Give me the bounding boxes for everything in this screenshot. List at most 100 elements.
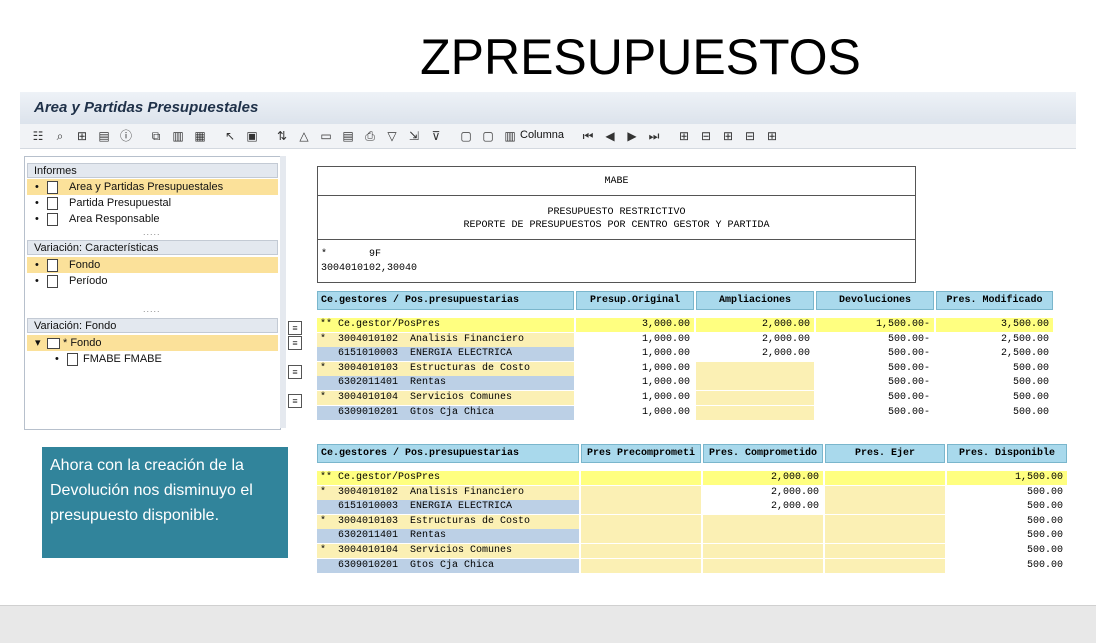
report-line-1: PRESUPUESTO RESTRICTIVO (547, 207, 686, 218)
column-header[interactable]: Pres. Ejer (825, 444, 945, 463)
row-detail-icon[interactable]: ≡ (288, 365, 302, 379)
splitter[interactable] (280, 156, 286, 428)
expand-icon[interactable]: ⊞ (676, 128, 692, 144)
print-icon[interactable]: ⎙ (362, 128, 378, 144)
column-header[interactable]: Pres. Disponible (947, 444, 1067, 463)
column-header[interactable]: Ce.gestores / Pos.presupuestarias (317, 444, 579, 463)
tree-item-fmabe[interactable]: • FMABE FMABE (27, 351, 278, 367)
list-icon[interactable]: ▤ (96, 128, 112, 144)
column-header[interactable]: Devoluciones (816, 291, 934, 310)
row-detail-icon[interactable]: ≡ (288, 394, 302, 408)
tree-item-label: FMABE FMABE (83, 353, 162, 365)
table-cell (703, 558, 823, 573)
table-cell (825, 558, 945, 573)
table-cell (825, 500, 945, 515)
bullet-icon: • (35, 213, 39, 225)
tree-item-periodo[interactable]: • Período (27, 273, 278, 289)
tree-item-partida[interactable]: • Partida Presupuestal (27, 195, 278, 211)
export-icon[interactable]: ⇲ (406, 128, 422, 144)
callout-note: Ahora con la creación de la Devolución n… (42, 447, 288, 558)
report-line-2: REPORTE DE PRESUPUESTOS POR CENTRO GESTO… (463, 220, 770, 231)
chevron-down-icon[interactable]: ▾ (35, 335, 41, 351)
drill-icon[interactable]: △ (296, 128, 312, 144)
table-cell (581, 529, 701, 544)
column-header[interactable]: Pres. Modificado (936, 291, 1053, 310)
prev-page-icon[interactable]: ◀ (602, 128, 618, 144)
tree-item-fondo-folder[interactable]: ▾ * Fondo (27, 335, 278, 351)
column-header[interactable]: Pres Precomprometi (581, 444, 701, 463)
details-icon[interactable]: ▣ (244, 128, 260, 144)
table-cell: 1,500.00- (816, 318, 934, 332)
save-icon[interactable]: ▢ (458, 128, 474, 144)
find-icon[interactable]: ⌕ (52, 128, 68, 144)
table-cell: 3,000.00 (576, 318, 694, 332)
table-row-label[interactable]: ** Ce.gestor/PosPres (317, 471, 579, 485)
document-icon (47, 181, 58, 194)
splitter-dots[interactable]: ..... (143, 304, 161, 314)
table-row-label[interactable]: * 3004010102 Analisis Financiero (317, 485, 579, 500)
table-cell (696, 376, 814, 391)
table-row-label[interactable]: 6151010003 ENERGIA ELECTRICA (317, 347, 574, 362)
window-titlebar: Area y Partidas Presupuestales (20, 92, 1076, 125)
copy-icon[interactable]: ⧉ (148, 128, 164, 144)
tree-icon[interactable]: ⊞ (74, 128, 90, 144)
row-detail-icon[interactable]: ≡ (288, 336, 302, 350)
node-icon[interactable]: ⊟ (742, 128, 758, 144)
table-row-label[interactable]: * 3004010104 Servicios Comunes (317, 544, 579, 558)
hierarchy-icon[interactable]: ☷ (30, 128, 46, 144)
table-row-label[interactable]: 6151010003 ENERGIA ELECTRICA (317, 500, 579, 515)
toolbar: ☷ ⌕ ⊞ ▤ ⓘ ⧉ ▥ ▦ ↖ ▣ ⇅ △ ▭ ▤ ⎙ ▽ ⇲ ⊽ ▢ ▢ … (20, 124, 1076, 149)
tree-item-area-partidas[interactable]: • Area y Partidas Presupuestales (27, 179, 278, 195)
table-cell: 2,000.00 (696, 347, 814, 362)
column-icon[interactable]: ▥ (502, 128, 518, 144)
note-icon[interactable]: ▤ (340, 128, 356, 144)
table-cell: 500.00 (936, 391, 1053, 405)
tree-item-fondo[interactable]: • Fondo (27, 257, 278, 273)
network-icon[interactable]: ⊞ (764, 128, 780, 144)
table-cell: 1,000.00 (576, 332, 694, 347)
report-title-box: PRESUPUESTO RESTRICTIVO REPORTE DE PRESU… (317, 195, 916, 240)
table-row-label[interactable]: 6302011401 Rentas (317, 376, 574, 391)
first-page-icon[interactable]: ⏮ (580, 128, 596, 144)
report-company: MABE (317, 166, 916, 196)
structure-icon[interactable]: ⊟ (698, 128, 714, 144)
table-cell (581, 544, 701, 558)
chart-icon[interactable]: ▥ (170, 128, 186, 144)
table-row-label[interactable]: * 3004010103 Estructuras de Costo (317, 361, 574, 376)
tree-item-area-responsable[interactable]: • Area Responsable (27, 211, 278, 227)
collapse-icon[interactable]: ⊞ (720, 128, 736, 144)
table-row-label[interactable]: 6309010201 Gtos Cja Chica (317, 558, 579, 573)
layout-icon[interactable]: ▦ (192, 128, 208, 144)
table-cell: 500.00- (816, 391, 934, 405)
column-header[interactable]: Ce.gestores / Pos.presupuestarias (317, 291, 574, 310)
table-cell (581, 558, 701, 573)
table-cell (825, 514, 945, 529)
table-row-label[interactable]: 6302011401 Rentas (317, 529, 579, 544)
table-row-label[interactable]: * 3004010102 Analisis Financiero (317, 332, 574, 347)
table-row-label[interactable]: * 3004010104 Servicios Comunes (317, 391, 574, 405)
sort-icon[interactable]: ⇅ (274, 128, 290, 144)
column-header[interactable]: Ampliaciones (696, 291, 814, 310)
table-row-label[interactable]: 6309010201 Gtos Cja Chica (317, 405, 574, 420)
table-row-label[interactable]: * 3004010103 Estructuras de Costo (317, 514, 579, 529)
document-icon (47, 275, 58, 288)
funnel-icon[interactable]: ⊽ (428, 128, 444, 144)
table-cell (696, 405, 814, 420)
table-cell: 500.00 (947, 485, 1067, 500)
table-cell (703, 514, 823, 529)
document-icon[interactable]: ▭ (318, 128, 334, 144)
column-header[interactable]: Pres. Comprometido (703, 444, 823, 463)
slide-footer-bar (0, 605, 1096, 643)
table-row-label[interactable]: ** Ce.gestor/PosPres (317, 318, 574, 332)
table-cell: 500.00- (816, 347, 934, 362)
columna-button[interactable]: Columna (520, 129, 564, 141)
info-icon[interactable]: ⓘ (118, 128, 134, 144)
column-header[interactable]: Presup.Original (576, 291, 694, 310)
row-detail-icon[interactable]: ≡ (288, 321, 302, 335)
load-icon[interactable]: ▢ (480, 128, 496, 144)
splitter-dots[interactable]: ..... (143, 227, 161, 237)
last-page-icon[interactable]: ⏭ (646, 128, 662, 144)
select-icon[interactable]: ↖ (222, 128, 238, 144)
next-page-icon[interactable]: ▶ (624, 128, 640, 144)
filter-icon[interactable]: ▽ (384, 128, 400, 144)
